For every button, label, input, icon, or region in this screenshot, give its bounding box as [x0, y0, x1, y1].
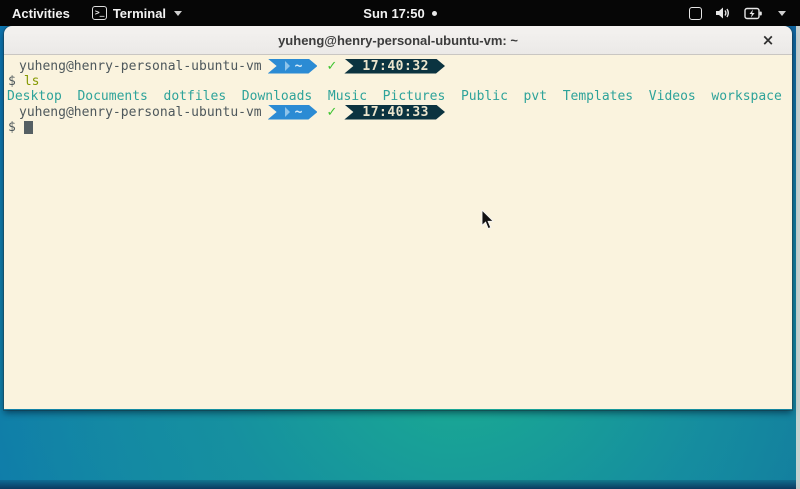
prompt-line-2: yuheng@henry-personal-ubuntu-vm ~ ✓ 17:4…	[8, 104, 792, 120]
app-menu-label: Terminal	[113, 6, 166, 21]
command-line: $ ls	[8, 74, 792, 89]
prompt-cwd-segment: ~	[268, 105, 318, 120]
chevron-down-icon	[174, 11, 182, 16]
segment-chevron-icon	[285, 61, 290, 71]
prompt-cwd: ~	[295, 105, 303, 120]
window-title: yuheng@henry-personal-ubuntu-vm: ~	[278, 33, 518, 48]
prompt-cwd: ~	[295, 59, 303, 74]
prompt-symbol: $	[8, 120, 16, 135]
prompt-cwd-segment: ~	[268, 59, 318, 74]
terminal-screen[interactable]: yuheng@henry-personal-ubuntu-vm ~ ✓ 17:4…	[4, 55, 792, 409]
activities-button[interactable]: Activities	[0, 0, 82, 26]
prompt-line-1: yuheng@henry-personal-ubuntu-vm ~ ✓ 17:4…	[8, 58, 792, 74]
volume-icon	[715, 6, 731, 20]
terminal-window: yuheng@henry-personal-ubuntu-vm: ~ × yuh…	[4, 26, 792, 410]
screen-edge-strip	[796, 26, 800, 489]
clock-button[interactable]: Sun 17:50	[363, 6, 424, 21]
top-bar-left: Activities >_ Terminal	[0, 0, 192, 26]
segment-chevron-icon	[285, 107, 290, 117]
app-menu-terminal[interactable]: >_ Terminal	[82, 0, 192, 26]
typed-command: ls	[24, 74, 40, 89]
text-cursor	[24, 121, 33, 134]
system-status-area[interactable]	[689, 6, 800, 20]
input-line[interactable]: $	[8, 120, 792, 135]
exit-status-check-icon: ✓	[326, 105, 337, 120]
close-button[interactable]: ×	[758, 30, 778, 50]
prompt-user-host: yuheng@henry-personal-ubuntu-vm	[8, 105, 262, 120]
prompt-time-segment: 17:40:32	[344, 59, 445, 74]
prompt-symbol: $	[8, 74, 16, 89]
system-menu-chevron-icon	[778, 11, 786, 16]
screen-orientation-icon	[689, 7, 702, 20]
battery-charging-icon	[744, 7, 763, 20]
terminal-app-icon: >_	[92, 6, 107, 20]
prompt-time-segment: 17:40:33	[344, 105, 445, 120]
notification-dot-icon	[432, 11, 437, 16]
top-bar: Activities >_ Terminal Sun 17:50	[0, 0, 800, 26]
prompt-user-host: yuheng@henry-personal-ubuntu-vm	[8, 59, 262, 74]
ls-output: Desktop Documents dotfiles Downloads Mus…	[7, 89, 792, 104]
exit-status-check-icon: ✓	[326, 59, 337, 74]
window-titlebar[interactable]: yuheng@henry-personal-ubuntu-vm: ~ ×	[4, 26, 792, 55]
